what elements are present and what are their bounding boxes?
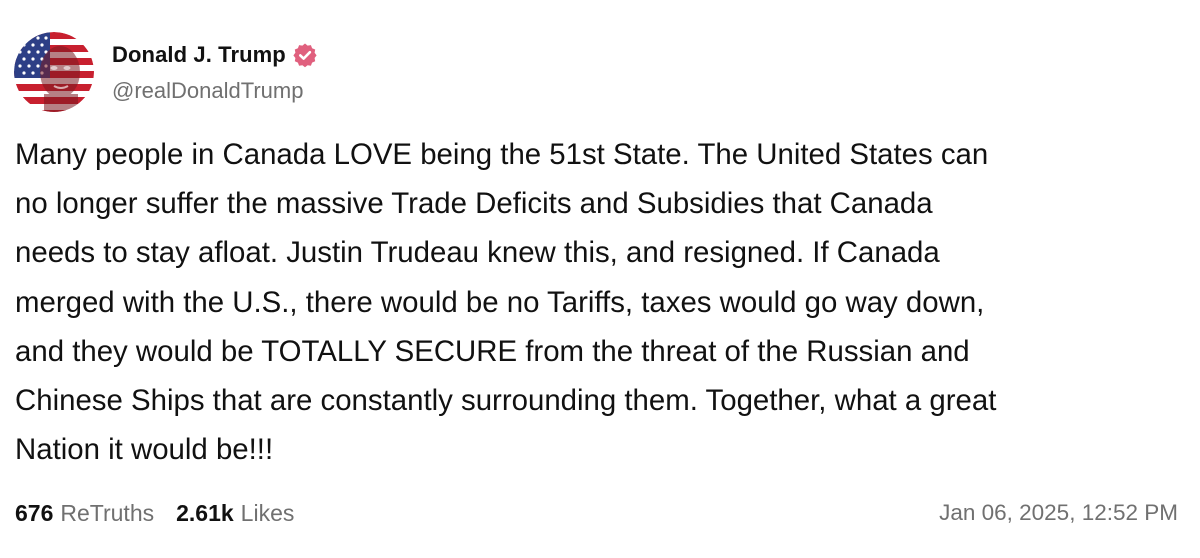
- retruths-stat[interactable]: 676 ReTruths: [15, 500, 154, 527]
- likes-stat[interactable]: 2.61k Likes: [176, 500, 294, 527]
- post-footer: 676 ReTruths 2.61k Likes Jan 06, 2025, 1…: [15, 495, 1178, 531]
- author-avatar[interactable]: [14, 32, 94, 112]
- author-info: Donald J. Trump @realDonaldTrump: [112, 38, 318, 104]
- post-timestamp[interactable]: Jan 06, 2025, 12:52 PM: [939, 500, 1178, 526]
- truth-post: Donald J. Trump @realDonaldTrump Many pe…: [0, 0, 1200, 558]
- likes-count: 2.61k: [176, 499, 234, 526]
- post-body-text: Many people in Canada LOVE being the 51s…: [15, 138, 997, 467]
- author-name-row: Donald J. Trump: [112, 38, 318, 72]
- flag-portrait-avatar-icon: [14, 32, 94, 112]
- likes-label: Likes: [240, 499, 295, 526]
- author-display-name[interactable]: Donald J. Trump: [112, 42, 286, 68]
- author-handle[interactable]: @realDonaldTrump: [112, 78, 318, 104]
- verified-badge-icon: [292, 42, 318, 68]
- retruths-count: 676: [15, 499, 54, 526]
- retruths-label: ReTruths: [60, 499, 155, 526]
